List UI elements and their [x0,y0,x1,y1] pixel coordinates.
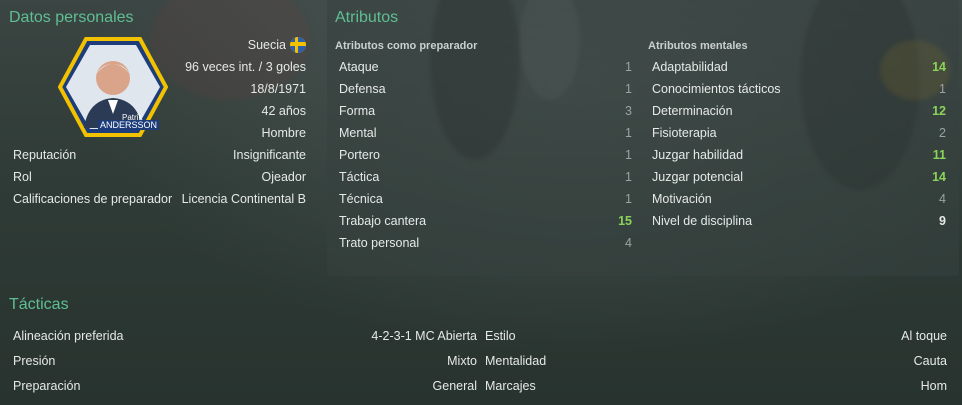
age-value: 42 años [261,104,306,118]
staff-profile-screen: Datos personales Patrik ANDERSSON Suecia… [0,0,962,405]
role-value: Ojeador [261,170,306,184]
sweden-flag-icon [290,37,306,53]
coaching-attribute-value: 1 [625,170,632,184]
mental-attribute-label: Juzgar habilidad [652,148,744,162]
mental-attribute-label: Adaptabilidad [652,60,728,74]
mental-attribute-value: 4 [939,192,946,206]
training-label: Preparación [13,379,81,393]
mentality-value: Cauta [913,354,947,368]
mental-attribute-label: Motivación [652,192,712,206]
coaching-attribute-label: Táctica [339,170,380,184]
pressing-label: Presión [13,354,56,368]
coaching-attribute-label: Defensa [339,82,386,96]
marking-label: Marcajes [485,379,536,393]
dob-value: 18/8/1971 [250,82,306,96]
mental-attribute-label: Determinación [652,104,733,118]
marking-value: Hom [920,379,947,393]
coaching-attribute-value: 1 [625,148,632,162]
mentality-label: Mentalidad [485,354,547,368]
gender-value: Hombre [261,126,306,140]
mental-attribute-value: 1 [939,82,946,96]
preferred-formation-value: 4-2-3-1 MC Abierta [371,329,477,343]
mental-attribute-value: 12 [932,104,946,118]
style-value: Al toque [901,329,947,343]
coaching-attributes-header: Atributos como preparador [335,40,478,52]
coaching-attribute-value: 3 [625,104,632,118]
coaching-attribute-value: 1 [625,192,632,206]
coaching-attribute-label: Mental [339,126,377,140]
mental-attribute-value: 14 [932,60,946,74]
qualifications-value: Licencia Continental B [181,192,306,206]
mental-attribute-value: 2 [939,126,946,140]
mental-attribute-label: Juzgar potencial [652,170,744,184]
reputation-label: Reputación [13,148,77,162]
coaching-attribute-label: Trato personal [339,236,420,250]
mental-attribute-value: 11 [932,148,946,162]
role-label: Rol [13,170,32,184]
tactics-section-title: Tácticas [9,296,69,313]
coaching-attribute-label: Forma [339,104,376,118]
coaching-attribute-label: Técnica [339,192,383,206]
qualifications-label: Calificaciones de preparador [13,192,173,206]
preferred-formation-label: Alineación preferida [13,329,124,343]
mental-attribute-label: Fisioterapia [652,126,717,140]
pressing-value: Mixto [447,354,477,368]
coaching-attribute-label: Trabajo cantera [339,214,427,228]
reputation-value: Insignificante [233,148,306,162]
style-label: Estilo [485,329,516,343]
coaching-attribute-value: 4 [625,236,632,250]
mental-attribute-label: Nivel de disciplina [652,214,753,228]
personal-section-title: Datos personales [9,9,134,26]
caps-value: 96 veces int. / 3 goles [185,60,306,74]
coaching-attribute-value: 15 [618,214,632,228]
mental-attribute-value: 9 [939,214,946,228]
coaching-attribute-value: 1 [625,126,632,140]
coaching-attribute-label: Portero [339,148,380,162]
attributes-section-title: Atributos [335,9,399,26]
mental-attribute-label: Conocimientos tácticos [652,82,781,96]
coaching-attribute-value: 1 [625,60,632,74]
coaching-attribute-value: 1 [625,82,632,96]
coaching-attribute-label: Ataque [339,60,379,74]
training-value: General [432,379,477,393]
mental-attribute-value: 14 [932,170,946,184]
mental-attributes-header: Atributos mentales [648,40,748,52]
nation-value: Suecia [247,38,286,52]
